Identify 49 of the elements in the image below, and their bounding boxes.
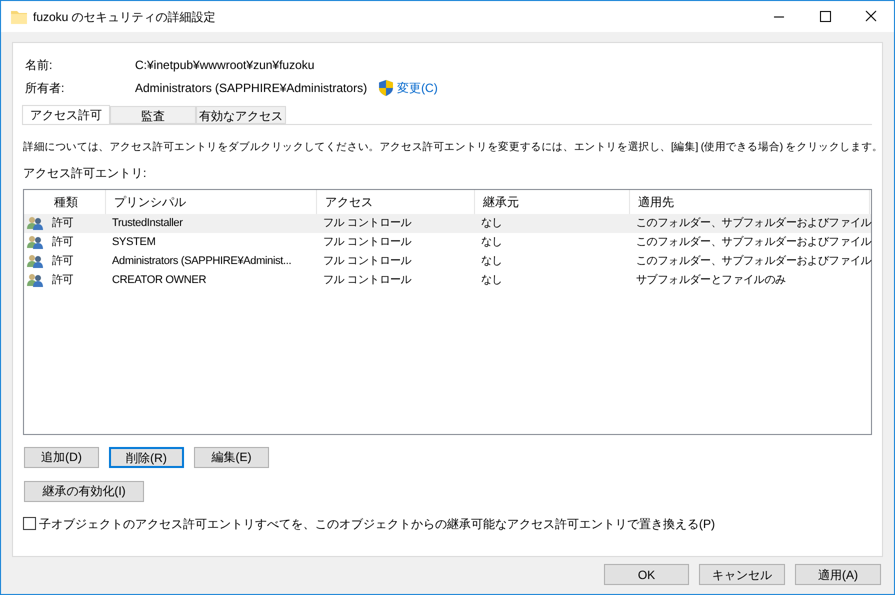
dialog-button[interactable]: OK (604, 564, 689, 585)
table-cell-text: フル コントロール (322, 273, 412, 288)
table-cell-text: SYSTEM (111, 235, 156, 250)
table-cell-text: Administrators (SAPPHIRE¥Administ... (111, 254, 292, 269)
field-label: 所有者: (25, 80, 66, 97)
table-row[interactable]: 許可 CREATOR OWNER フル コントロール なし サブフォルダーとファイルのみ (24, 270, 871, 290)
change-owner-link[interactable]: 変更(C) (397, 79, 438, 97)
entry-button[interactable]: 追加(D) (24, 446, 99, 468)
table-cell-text: フル コントロール (322, 254, 412, 269)
dialog-button[interactable]: キャンセル (699, 564, 785, 585)
table-cell-text: 許可 (51, 254, 74, 269)
field-value: Administrators (SAPPHIRE¥Administrators) (135, 80, 368, 97)
table-row[interactable]: 許可 TrustedInstaller フル コントロール なし このフォルダー、サブフォルダーおよびファイル (24, 214, 871, 233)
tab[interactable]: アクセス許可 (22, 105, 110, 124)
users-icon (27, 254, 43, 268)
table-cell-text: TrustedInstaller (111, 216, 184, 231)
table-cell-text: なし (480, 254, 504, 269)
table-cell-text: このフォルダー、サブフォルダーおよびファイル (635, 216, 870, 231)
entry-button[interactable]: 削除(R) (109, 446, 184, 468)
table-cell-text: CREATOR OWNER (111, 273, 208, 288)
checkbox[interactable] (23, 517, 36, 530)
users-icon (27, 273, 43, 288)
users-icon (27, 216, 43, 230)
table-row[interactable]: 許可 Administrators (SAPPHIRE¥Administ... フル コントロール なし このフォルダー、サブフォルダーおよびファイル (24, 252, 871, 271)
table-cell-text: フル コントロール (322, 235, 412, 250)
window-title: fuzoku のセキュリティの詳細設定 (33, 8, 216, 26)
table-cell-text: フル コントロール (322, 216, 412, 231)
entries-label: アクセス許可エントリ: (23, 164, 148, 182)
enable-inheritance-button[interactable]: 継承の有効化(I) (24, 480, 144, 502)
tab[interactable]: 有効なアクセス (196, 106, 286, 124)
table-cell-text: サブフォルダーとファイルのみ (635, 272, 787, 288)
shield-icon (379, 80, 394, 96)
table-cell-text: このフォルダー、サブフォルダーおよびファイル (635, 234, 870, 250)
table-cell-text: 許可 (51, 235, 74, 250)
table-cell-text: なし (480, 216, 504, 231)
table-row[interactable]: 許可 SYSTEM フル コントロール なし このフォルダー、サブフォルダーおよびファイル (24, 232, 871, 252)
table-cell-text: なし (480, 273, 504, 288)
dialog-button[interactable]: 適用(A) (795, 564, 881, 585)
table-cell-text: なし (480, 235, 504, 250)
field-value: C:¥inetpub¥wwwroot¥zun¥fuzoku (135, 57, 314, 74)
entry-button[interactable]: 編集(E) (194, 446, 269, 468)
checkbox-label[interactable]: 子オブジェクトのアクセス許可エントリすべてを、このオブジェクトからの継承可能なアクセス許可エントリで置き換える(P) (39, 514, 715, 533)
folder-icon (11, 10, 27, 24)
table-cell-text: 許可 (51, 216, 74, 231)
table-cell-text: 許可 (51, 273, 74, 288)
tab[interactable]: 監査 (110, 106, 196, 124)
field-label: 名前: (25, 57, 54, 74)
users-icon (27, 235, 43, 250)
table-cell-text: このフォルダー、サブフォルダーおよびファイル (635, 254, 870, 269)
